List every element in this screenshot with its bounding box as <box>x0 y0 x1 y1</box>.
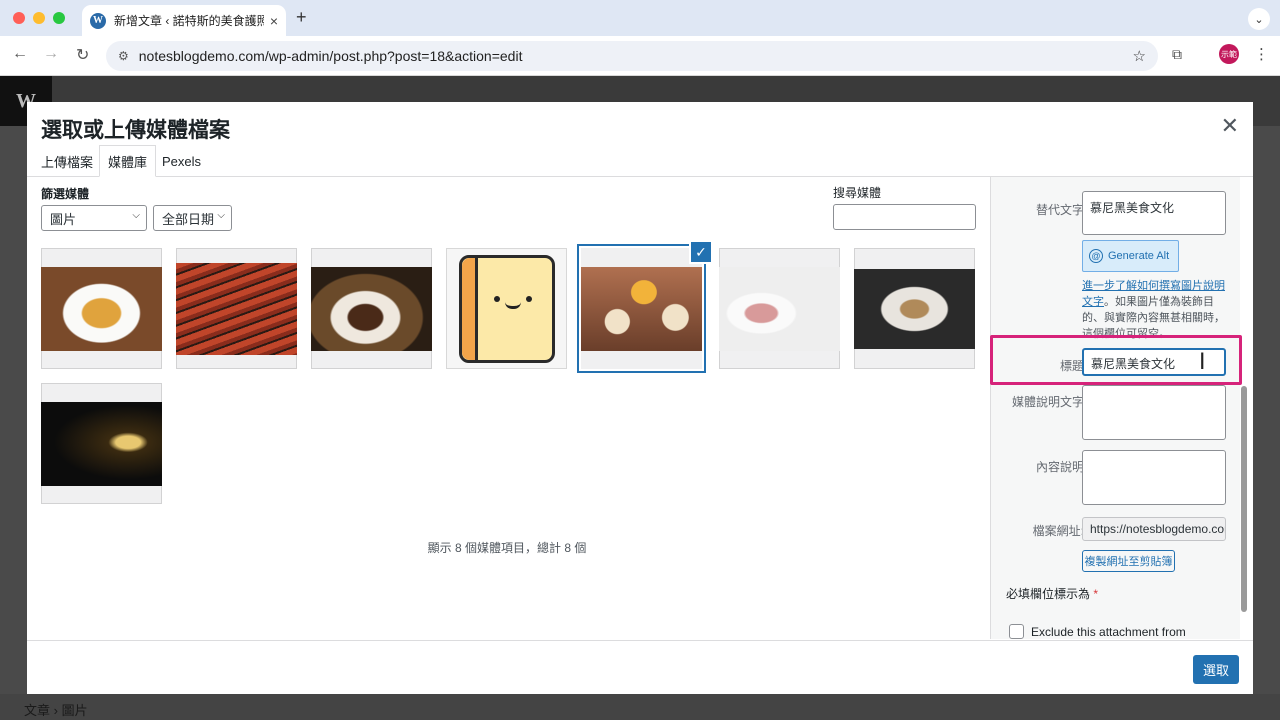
chevron-down-icon: ⌵ <box>217 210 225 221</box>
media-item[interactable] <box>41 383 162 504</box>
browser-toolbar: ← → ↻ ⚙ notesblogdemo.com/wp-admin/post.… <box>0 36 1280 76</box>
wordpress-icon: W <box>90 12 106 29</box>
description-label: 內容說明 <box>1035 460 1084 474</box>
media-count-text: 顯示 8 個媒體項目，總計 8 個 <box>427 541 587 555</box>
breadcrumb-item-post[interactable]: 文章 <box>24 703 50 718</box>
pork-knuckle-image <box>311 266 432 351</box>
new-tab-icon[interactable]: + <box>296 7 307 28</box>
file-url-label: 檔案網址: <box>1032 524 1084 538</box>
alt-help-description: 。如果圖片僅為裝飾目的、與實際內容無甚相關時，這個欄位可留空。 <box>1082 296 1225 340</box>
address-bar[interactable]: ⚙ notesblogdemo.com/wp-admin/post.php?po… <box>106 41 1158 71</box>
exclude-checkbox[interactable] <box>1009 624 1024 639</box>
beer-glass-image <box>41 401 162 486</box>
media-item[interactable] <box>176 248 297 369</box>
file-url-field[interactable]: https://notesblogdemo.com <box>1082 517 1226 541</box>
tab-list-chevron-icon[interactable]: ⌄ <box>1248 8 1270 30</box>
cold-cuts-image <box>719 266 840 351</box>
tab-title: 新增文章 ‹ 諾特斯的美食護照 — <box>114 14 264 28</box>
alt-text-label: 替代文字 <box>1035 203 1084 217</box>
breadcrumb: 文章 › 圖片 <box>24 700 88 719</box>
back-arrow-icon[interactable]: ← <box>12 45 28 63</box>
media-item[interactable] <box>854 248 975 369</box>
description-field[interactable] <box>1082 450 1226 505</box>
tab-close-icon[interactable]: × <box>270 13 278 29</box>
search-media-input[interactable] <box>833 204 976 230</box>
date-select[interactable]: 全部日期 ⌵ <box>153 205 232 231</box>
seafood-plate-image <box>854 268 975 349</box>
fried-cutlet-image <box>41 266 162 351</box>
caption-field[interactable] <box>1082 385 1226 440</box>
details-scrollbar[interactable] <box>1240 176 1248 634</box>
forward-arrow-icon[interactable]: → <box>43 45 59 63</box>
generate-alt-label: Generate Alt <box>1108 250 1170 262</box>
minimize-window-button[interactable] <box>33 12 45 24</box>
date-value: 全部日期 <box>162 211 215 227</box>
generate-alt-button[interactable]: @ Generate Alt <box>1082 240 1179 272</box>
media-modal: 選取或上傳媒體檔案 ✕ 上傳檔案 媒體庫 Pexels 篩選媒體 圖片 ⌵ 全部… <box>27 102 1253 694</box>
browser-menu-icon[interactable]: ⋮ <box>1254 45 1269 63</box>
media-type-value: 圖片 <box>50 211 77 227</box>
exclude-attachment-option[interactable]: Exclude this attachment from <box>1009 624 1186 639</box>
editor-footer <box>0 694 1280 720</box>
modal-title: 選取或上傳媒體檔案 <box>41 119 230 142</box>
media-item[interactable] <box>41 248 162 369</box>
text-cursor-icon: I <box>1199 350 1206 375</box>
breadcrumb-separator-icon: › <box>53 703 62 718</box>
browser-tab[interactable]: W 新增文章 ‹ 諾特斯的美食護照 — × <box>82 5 286 36</box>
modal-footer: 選取 <box>27 640 1253 694</box>
close-window-button[interactable] <box>13 12 25 24</box>
required-star: * <box>1093 587 1099 601</box>
chevron-down-icon: ⌵ <box>132 210 140 221</box>
profile-avatar[interactable]: 示範 <box>1219 44 1239 64</box>
cartoon-notepad-image <box>458 254 555 363</box>
modal-close-icon[interactable]: ✕ <box>1221 113 1239 139</box>
media-item[interactable] <box>311 248 432 369</box>
required-fields-note: 必填欄位標示為 * <box>1006 585 1098 602</box>
search-label: 搜尋媒體 <box>833 186 882 200</box>
copy-url-button[interactable]: 複製網址至剪貼簿 <box>1082 550 1175 572</box>
alt-help-text: 進一步了解如何撰寫圖片說明文字。如果圖片僅為裝飾目的、與實際內容無甚相關時，這個… <box>1082 278 1228 342</box>
browser-tab-bar: W 新增文章 ‹ 諾特斯的美食護照 — × + ⌄ <box>0 0 1280 36</box>
scrollbar-thumb[interactable] <box>1241 386 1247 612</box>
breadcrumb-item-image[interactable]: 圖片 <box>62 703 88 718</box>
media-item-selected[interactable] <box>581 248 702 369</box>
media-tabs: 上傳檔案 媒體庫 Pexels <box>27 145 1253 177</box>
select-button[interactable]: 選取 <box>1193 655 1239 684</box>
bookmark-star-icon[interactable]: ☆ <box>1133 47 1146 65</box>
sausages-grill-image <box>176 262 297 355</box>
url-text: notesblogdemo.com/wp-admin/post.php?post… <box>138 48 523 64</box>
exclude-label: Exclude this attachment from <box>1031 624 1186 639</box>
tab-pexels[interactable]: Pexels <box>154 145 209 177</box>
filter-label: 篩選媒體 <box>41 187 90 201</box>
at-sign-icon: @ <box>1089 249 1103 263</box>
toast-cheers-image <box>581 266 702 351</box>
media-type-select[interactable]: 圖片 ⌵ <box>41 205 147 231</box>
media-item[interactable] <box>446 248 567 369</box>
site-settings-icon[interactable]: ⚙ <box>118 49 129 63</box>
media-item[interactable] <box>719 248 840 369</box>
attachment-details-panel: 替代文字 慕尼黑美食文化 @ Generate Alt 進一步了解如何撰寫圖片說… <box>990 177 1240 639</box>
extensions-icon[interactable]: ⧉ <box>1172 46 1190 64</box>
tab-media-library[interactable]: 媒體庫 <box>99 145 157 177</box>
tab-upload-files[interactable]: 上傳檔案 <box>33 145 101 177</box>
maximize-window-button[interactable] <box>53 12 65 24</box>
caption-label: 媒體說明文字 <box>1011 395 1084 409</box>
alt-text-field[interactable]: 慕尼黑美食文化 <box>1082 191 1226 235</box>
required-note-text: 必填欄位標示為 <box>1006 587 1091 601</box>
reload-icon[interactable]: ↻ <box>76 45 89 65</box>
selected-check-icon[interactable]: ✓ <box>689 240 713 264</box>
